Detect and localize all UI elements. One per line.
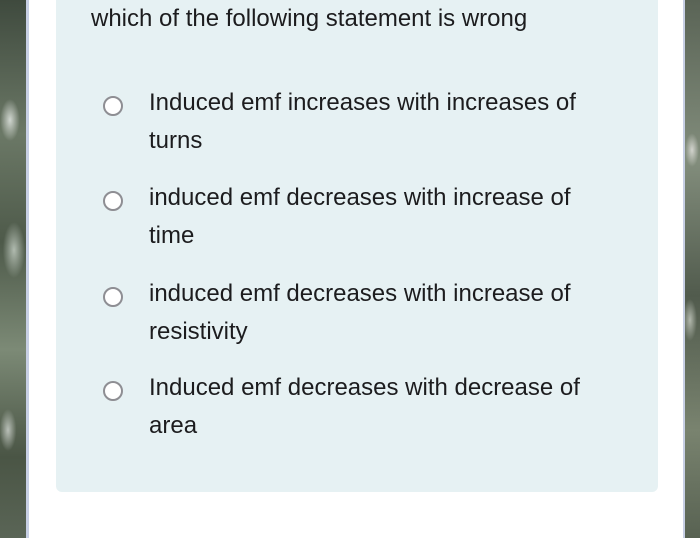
radio-button[interactable] (103, 96, 123, 116)
answer-option-label: Induced emf increases with increases of … (149, 89, 576, 154)
background-photo-right (684, 0, 700, 538)
left-border-line (26, 0, 29, 538)
radio-button[interactable] (103, 381, 123, 401)
answer-option-label: induced emf decreases with increase of t… (149, 184, 571, 249)
screenshot-frame: which of the following statement is wron… (0, 0, 700, 538)
answer-option-label: induced emf decreases with increase of r… (149, 280, 571, 345)
radio-button[interactable] (103, 287, 123, 307)
radio-button[interactable] (103, 191, 123, 211)
right-border-line (683, 0, 685, 538)
background-photo-left (0, 0, 28, 538)
answer-option-label: Induced emf decreases with decrease of a… (149, 374, 580, 439)
question-text: which of the following statement is wron… (91, 5, 528, 32)
